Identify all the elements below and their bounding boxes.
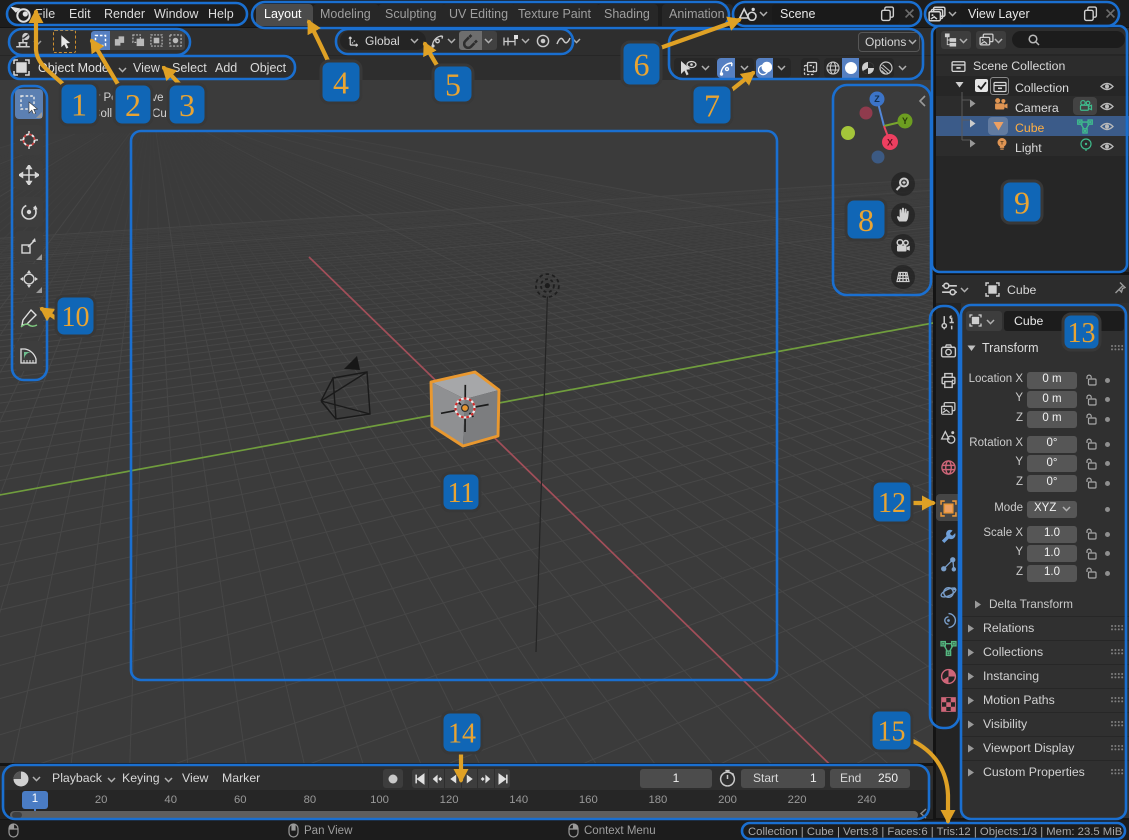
svg-text:5: 5: [445, 67, 461, 103]
svg-text:1: 1: [71, 87, 87, 123]
svg-text:7: 7: [704, 88, 720, 124]
svg-text:14: 14: [448, 719, 476, 750]
svg-text:9: 9: [1014, 185, 1030, 221]
svg-text:11: 11: [448, 478, 475, 509]
svg-text:13: 13: [1068, 318, 1096, 349]
svg-text:2: 2: [125, 87, 141, 123]
svg-text:8: 8: [858, 202, 874, 238]
svg-text:4: 4: [333, 65, 349, 101]
svg-text:6: 6: [634, 47, 650, 83]
svg-text:15: 15: [878, 717, 906, 748]
svg-text:12: 12: [878, 488, 906, 519]
svg-text:10: 10: [62, 302, 90, 333]
svg-text:3: 3: [179, 87, 195, 123]
